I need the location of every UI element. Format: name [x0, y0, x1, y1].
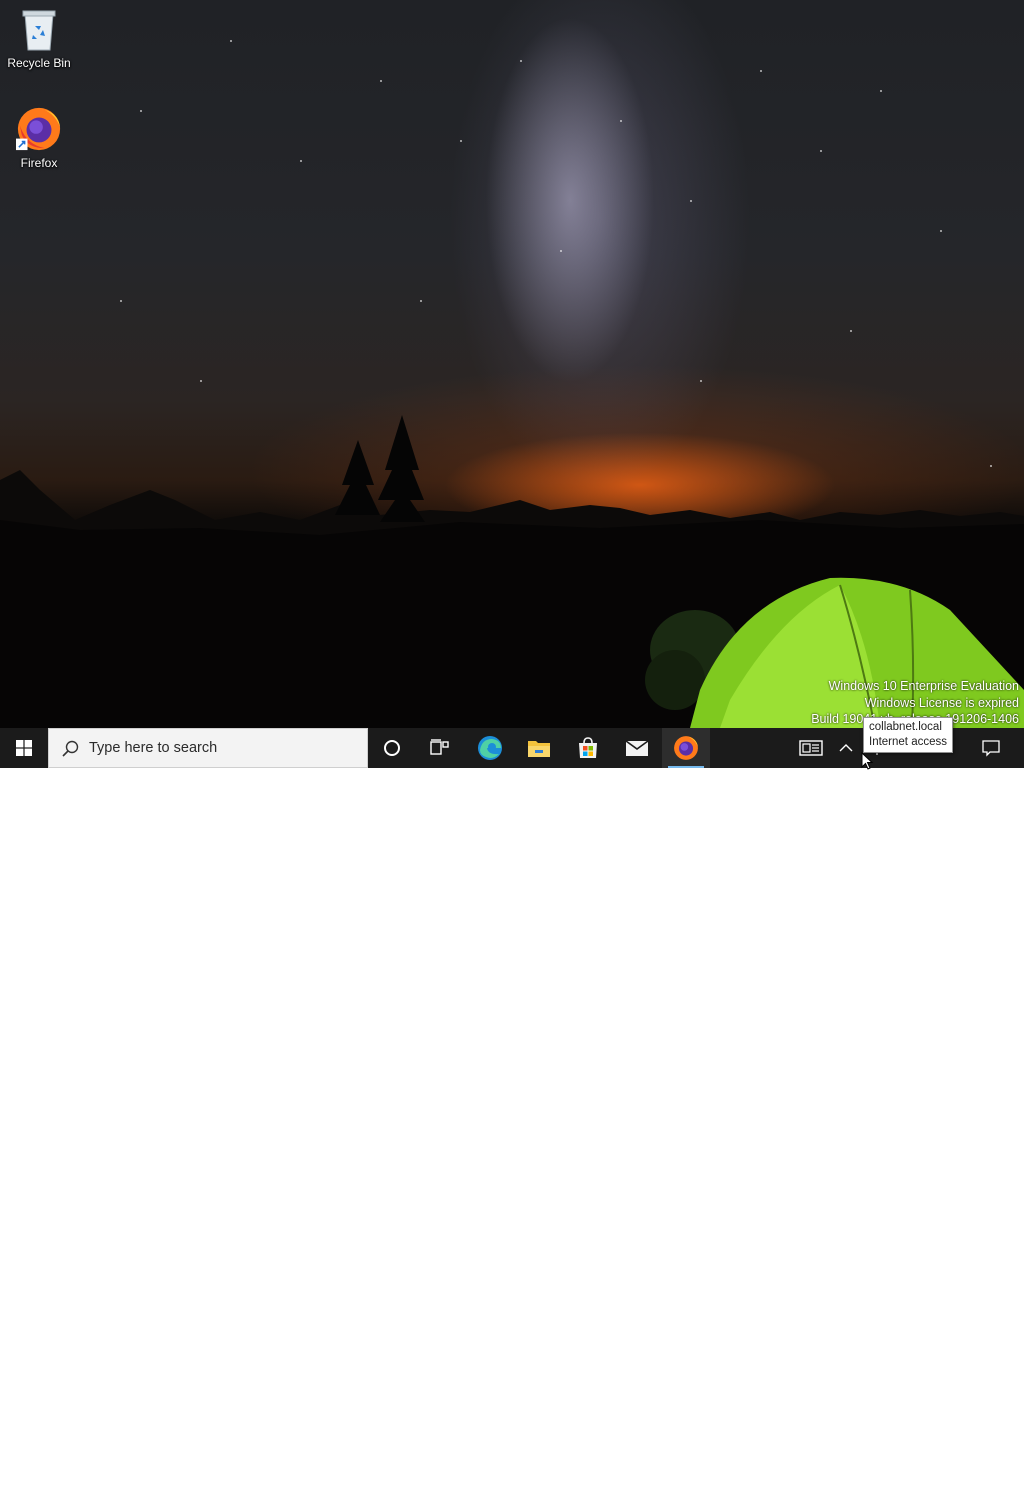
mail-icon	[625, 740, 649, 756]
watermark-edition: Windows 10 Enterprise Evaluation	[828, 679, 1019, 693]
task-view-button[interactable]	[416, 728, 464, 768]
network-tooltip: collabnet.local Internet access	[863, 717, 953, 753]
taskbar-clock[interactable]: 4:39 PM 8/2/2023	[896, 1456, 976, 1496]
chevron-up-icon	[839, 744, 853, 752]
wallpaper-landscape	[0, 415, 1024, 728]
taskbar-file-explorer[interactable]	[515, 728, 563, 768]
search-icon	[62, 740, 79, 757]
windows-logo-icon	[16, 740, 32, 756]
clock-date: 8/2/2023	[912, 1477, 960, 1491]
taskbar-firefox[interactable]	[662, 728, 710, 768]
firefox-icon	[16, 107, 61, 151]
notification-icon	[982, 740, 1000, 757]
news-and-interests-button[interactable]	[794, 728, 828, 768]
clock-time: 4:39 PM	[913, 1460, 959, 1474]
news-icon	[799, 740, 823, 756]
watermark-license: Windows License is expired	[864, 695, 1019, 710]
edge-icon	[478, 736, 502, 760]
desktop-icon-firefox[interactable]: Firefox	[1, 106, 77, 170]
tooltip-status: Internet access	[869, 736, 947, 748]
cortana-button[interactable]	[368, 728, 416, 768]
desktop-icon-label: Firefox	[20, 156, 58, 170]
file-explorer-icon	[528, 741, 550, 757]
taskbar-store[interactable]	[564, 728, 612, 768]
taskbar-search-box[interactable]: Type here to search	[48, 728, 368, 768]
cortana-icon	[384, 740, 400, 756]
mouse-cursor-icon	[861, 752, 874, 770]
task-view-icon	[430, 739, 449, 755]
desktop-icon-label: Recycle Bin	[7, 56, 71, 70]
taskbar-edge[interactable]	[466, 728, 514, 768]
desktop-wallpaper	[0, 0, 1024, 728]
store-icon	[579, 737, 597, 758]
start-button[interactable]	[0, 728, 48, 768]
action-center-button[interactable]	[976, 728, 1006, 768]
tooltip-network-name: collabnet.local	[869, 721, 942, 733]
desktop-icon-recycle-bin[interactable]: Recycle Bin	[1, 8, 77, 70]
show-hidden-icons-button[interactable]	[832, 728, 860, 768]
firefox-icon	[674, 736, 698, 760]
taskbar-mail[interactable]	[613, 728, 661, 768]
recycle-bin-icon	[22, 10, 56, 51]
search-placeholder: Type here to search	[89, 740, 218, 756]
